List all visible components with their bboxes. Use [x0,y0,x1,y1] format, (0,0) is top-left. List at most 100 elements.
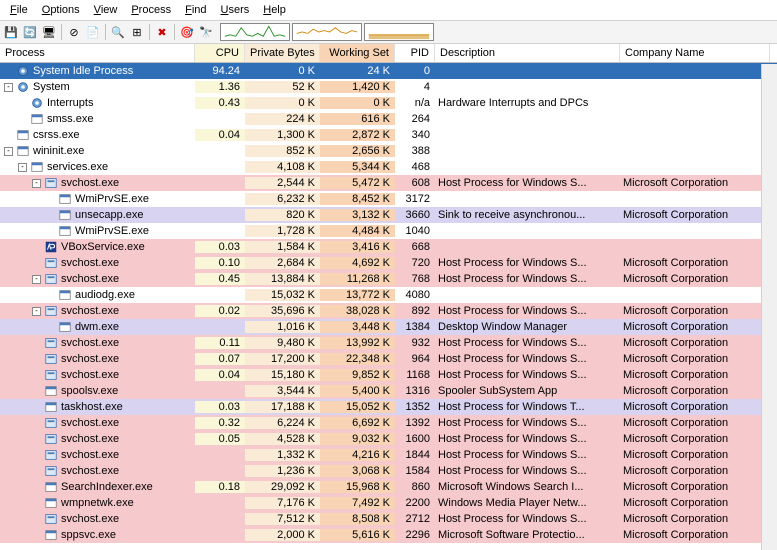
find-window-icon[interactable]: ⊞ [128,23,146,41]
collapse-icon[interactable]: - [32,307,41,316]
process-row[interactable]: svchost.exe0.0717,200 K22,348 K964Host P… [0,351,777,367]
cell-desc: Host Process for Windows S... [435,417,620,429]
process-row[interactable]: SearchIndexer.exe0.1829,092 K15,968 K860… [0,479,777,495]
collapse-icon[interactable]: - [4,83,13,92]
cell-priv: 1,236 K [245,465,320,477]
process-icon [58,208,72,222]
cell-pid: 720 [395,257,435,269]
column-header-proc[interactable]: Process [0,44,195,62]
menu-users[interactable]: Users [215,2,256,18]
process-row[interactable]: -wininit.exe852 K2,656 K388 [0,143,777,159]
process-row[interactable]: svchost.exe7,512 K8,508 K2712Host Proces… [0,511,777,527]
process-name: audiodg.exe [75,289,135,301]
process-row[interactable]: svchost.exe0.054,528 K9,032 K1600Host Pr… [0,431,777,447]
cell-pid: 4 [395,81,435,93]
menu-file[interactable]: File [4,2,34,18]
find-handle-icon[interactable]: 🔍 [109,23,127,41]
column-header-priv[interactable]: Private Bytes [245,44,320,62]
collapse-icon[interactable]: - [4,147,13,156]
menu-options[interactable]: Options [36,2,86,18]
process-row[interactable]: unsecapp.exe820 K3,132 K3660Sink to rece… [0,207,777,223]
cell-cpu: 0.32 [195,417,245,429]
cell-desc: Host Process for Windows S... [435,353,620,365]
binoculars-icon[interactable]: 🔭 [197,23,215,41]
cell-cpu: 0.03 [195,241,245,253]
process-row[interactable]: System Idle Process94.240 K24 K0 [0,63,777,79]
column-header-cpu[interactable]: CPU [195,44,245,62]
cell-cpu: 0.18 [195,481,245,493]
column-header-desc[interactable]: Description [435,44,620,62]
cell-work: 13,772 K [320,289,395,301]
process-row[interactable]: dwm.exe1,016 K3,448 K1384Desktop Window … [0,319,777,335]
process-row[interactable]: svchost.exe0.326,224 K6,692 K1392Host Pr… [0,415,777,431]
cell-desc: Microsoft Windows Search I... [435,481,620,493]
cell-cpu: 1.36 [195,81,245,93]
cell-pid: 892 [395,305,435,317]
menu-help[interactable]: Help [257,2,292,18]
column-header: ProcessCPUPrivate BytesWorking SetPIDDes… [0,44,777,63]
cell-work: 2,656 K [320,145,395,157]
process-row[interactable]: sppsvc.exe2,000 K5,616 K2296Microsoft So… [0,527,777,543]
process-row[interactable]: svchost.exe0.119,480 K13,992 K932Host Pr… [0,335,777,351]
activity-graph-1 [292,23,362,41]
vertical-scrollbar[interactable] [761,64,777,550]
process-icon [44,176,58,190]
process-row[interactable]: -services.exe4,108 K5,344 K468 [0,159,777,175]
process-row[interactable]: -System1.3652 K1,420 K4 [0,79,777,95]
kill-cross-icon[interactable]: ✖ [153,23,171,41]
process-row[interactable]: spoolsv.exe3,544 K5,400 K1316Spooler Sub… [0,383,777,399]
process-row[interactable]: svchost.exe1,332 K4,216 K1844Host Proces… [0,447,777,463]
activity-graphs [220,23,434,41]
collapse-icon[interactable]: - [32,275,41,284]
process-row[interactable]: smss.exe224 K616 K264 [0,111,777,127]
process-row[interactable]: -svchost.exe2,544 K5,472 K608Host Proces… [0,175,777,191]
column-header-work[interactable]: Working Set [320,44,395,62]
process-row[interactable]: -svchost.exe0.0235,696 K38,028 K892Host … [0,303,777,319]
process-icon [44,304,58,318]
menu-find[interactable]: Find [179,2,212,18]
process-name-cell: -services.exe [0,160,195,174]
process-row[interactable]: -svchost.exe0.4513,884 K11,268 K768Host … [0,271,777,287]
process-row[interactable]: wmpnetwk.exe7,176 K7,492 K2200Windows Me… [0,495,777,511]
process-name: svchost.exe [61,417,119,429]
column-header-comp[interactable]: Company Name [620,44,770,62]
collapse-icon[interactable]: - [18,163,27,172]
process-name: svchost.exe [61,369,119,381]
process-row[interactable]: svchost.exe0.0415,180 K9,852 K1168Host P… [0,367,777,383]
cell-work: 13,992 K [320,337,395,349]
process-row[interactable]: VBoxService.exe0.031,584 K3,416 K668 [0,239,777,255]
process-name: svchost.exe [61,513,119,525]
process-row[interactable]: taskhost.exe0.0317,188 K15,052 K1352Host… [0,399,777,415]
cell-comp: Microsoft Corporation [620,481,770,493]
process-row[interactable]: svchost.exe0.102,684 K4,692 K720Host Pro… [0,255,777,271]
process-name: spoolsv.exe [61,385,118,397]
kill-icon[interactable]: ⊘ [65,23,83,41]
process-icon [16,64,30,78]
process-icon [44,448,58,462]
cell-pid: 2296 [395,529,435,541]
collapse-icon[interactable]: - [32,179,41,188]
process-row[interactable]: Interrupts0.430 K0 Kn/aHardware Interrup… [0,95,777,111]
column-header-pid[interactable]: PID [395,44,435,62]
cell-pid: 1844 [395,449,435,461]
process-row[interactable]: csrss.exe0.041,300 K2,872 K340 [0,127,777,143]
cell-work: 2,872 K [320,129,395,141]
menu-view[interactable]: View [88,2,124,18]
process-tree[interactable]: System Idle Process94.240 K24 K0-System1… [0,63,777,547]
process-icon [44,272,58,286]
props-icon[interactable]: 📄 [84,23,102,41]
cell-comp: Microsoft Corporation [620,385,770,397]
process-row[interactable]: svchost.exe1,236 K3,068 K1584Host Proces… [0,463,777,479]
menu-process[interactable]: Process [125,2,177,18]
refresh-icon[interactable]: 🔄 [21,23,39,41]
target-icon[interactable]: 🎯 [178,23,196,41]
save-icon[interactable]: 💾 [2,23,20,41]
process-row[interactable]: WmiPrvSE.exe1,728 K4,484 K1040 [0,223,777,239]
process-icon [44,528,58,542]
process-name: taskhost.exe [61,401,123,413]
process-name: svchost.exe [61,177,119,189]
process-row[interactable]: WmiPrvSE.exe6,232 K8,452 K3172 [0,191,777,207]
system-info-icon[interactable]: 🖥 [40,23,58,41]
process-name: svchost.exe [61,305,119,317]
process-row[interactable]: audiodg.exe15,032 K13,772 K4080 [0,287,777,303]
